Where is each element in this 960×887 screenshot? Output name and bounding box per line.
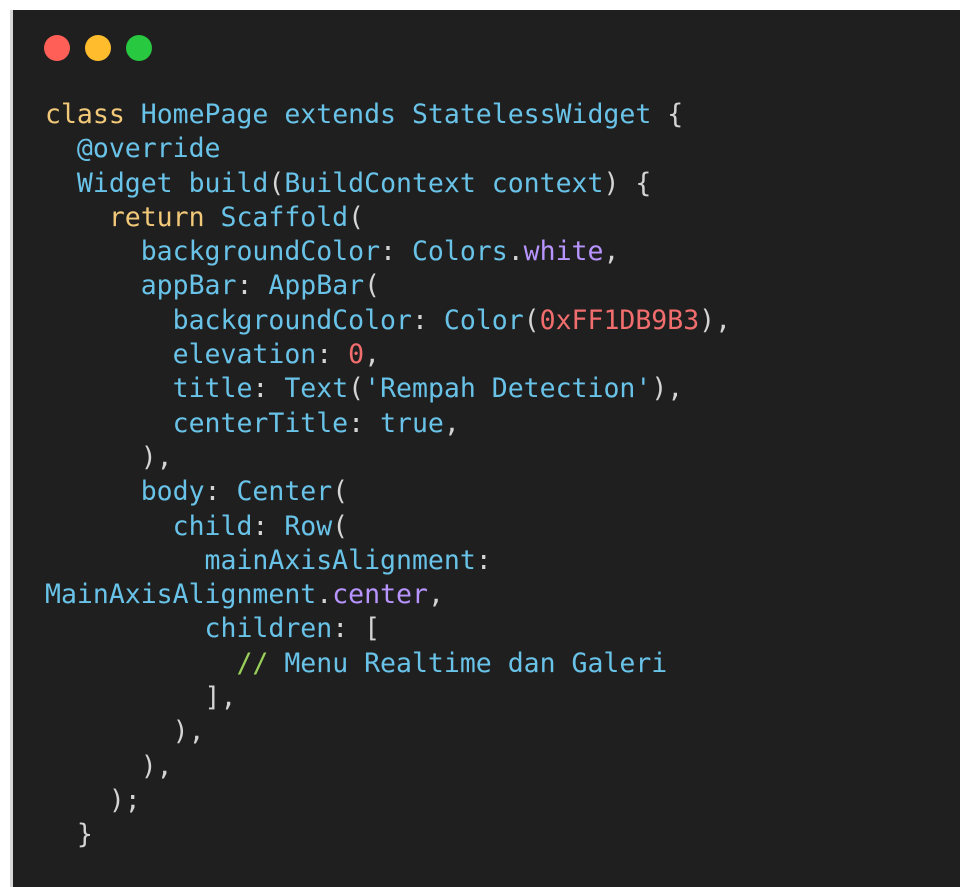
code-token: body (45, 476, 205, 508)
code-token: Color (443, 304, 524, 336)
code-line: mainAxisAlignment: (45, 544, 731, 578)
code-token: // (45, 647, 285, 679)
code-token: Menu Realtime dan Galeri (284, 647, 668, 679)
code-token: centerTitle (45, 407, 349, 439)
code-line: body: Center( (45, 475, 731, 509)
code-line: ), (45, 750, 731, 784)
code-token: . (316, 579, 333, 611)
code-token: } (45, 819, 93, 851)
code-line: ], (45, 681, 731, 715)
code-token: ( (348, 201, 365, 233)
code-line: @override (45, 132, 731, 166)
code-token: AppBar (268, 270, 365, 302)
code-token: Center (236, 476, 333, 508)
code-token: , (427, 579, 444, 611)
code-line: ); (45, 784, 731, 818)
code-token: elevation (45, 339, 317, 371)
code-token: : (475, 544, 492, 576)
code-token: : (204, 476, 237, 508)
code-token: BuildContext (284, 167, 492, 199)
code-line: children: [ (45, 612, 731, 646)
code-line: } (45, 818, 731, 852)
code-token: ), (45, 441, 173, 473)
code-token: mainAxisAlignment (45, 544, 476, 576)
code-line: return Scaffold( (45, 201, 731, 235)
code-token: white (523, 236, 604, 268)
code-token: ], (45, 682, 237, 714)
code-token: class (45, 99, 141, 130)
code-token: : (252, 510, 285, 542)
code-token: , (364, 339, 381, 371)
code-token: ), (45, 750, 173, 782)
code-token: backgroundColor (45, 236, 381, 268)
code-token: 0 (348, 339, 365, 371)
code-token: : (236, 270, 269, 302)
code-token: 0xFF1DB9B3 (539, 304, 700, 336)
code-token: context (491, 167, 604, 199)
code-token: ( (268, 167, 285, 199)
code-line: centerTitle: true, (45, 407, 731, 441)
code-token: : [ (332, 613, 381, 645)
code-token: ), (45, 716, 205, 748)
code-token: Scaffold (220, 201, 349, 233)
code-token: ); (45, 784, 141, 816)
code-token: center (332, 579, 428, 611)
code-line: // Menu Realtime dan Galeri (45, 647, 731, 681)
code-token: : (348, 407, 381, 439)
code-block: class HomePage extends StatelessWidget {… (45, 98, 731, 853)
code-token: HomePage (140, 99, 285, 130)
code-token: title (45, 373, 253, 405)
code-token: , (443, 407, 460, 439)
code-line: title: Text('Rempah Detection'), (45, 372, 731, 406)
code-token: ), (699, 304, 732, 336)
code-token: . (507, 236, 524, 268)
code-token: ( (332, 510, 349, 542)
code-token: appBar (45, 270, 237, 302)
code-token: StatelessWidget (411, 99, 668, 130)
code-token: true (380, 407, 444, 439)
code-token: @override (45, 133, 221, 165)
code-token: Widget (45, 167, 189, 199)
code-window: class HomePage extends StatelessWidget {… (10, 10, 960, 887)
code-line: class HomePage extends StatelessWidget { (45, 98, 731, 132)
close-dot-icon[interactable] (44, 35, 70, 61)
code-line: Widget build(BuildContext context) { (45, 167, 731, 201)
code-token: build (188, 167, 269, 199)
maximize-dot-icon[interactable] (126, 35, 152, 61)
code-token: MainAxisAlignment (45, 579, 317, 611)
code-token: 'Rempah Detection' (364, 373, 652, 405)
code-token: extends (284, 99, 412, 130)
code-line: MainAxisAlignment.center, (45, 578, 731, 612)
code-token: ) { (603, 167, 652, 199)
minimize-dot-icon[interactable] (85, 35, 111, 61)
code-line: child: Row( (45, 510, 731, 544)
code-token: : (252, 373, 285, 405)
code-token: : (316, 339, 349, 371)
code-token: backgroundColor (45, 304, 412, 336)
code-token: { (667, 99, 684, 130)
code-token: children (45, 613, 333, 645)
code-token: ( (332, 476, 349, 508)
code-token: ( (523, 304, 540, 336)
code-token: Text (284, 373, 349, 405)
code-line: backgroundColor: Colors.white, (45, 235, 731, 269)
code-token: ( (364, 270, 381, 302)
code-line: ), (45, 715, 731, 749)
code-token: : (380, 236, 412, 268)
code-token: ( (348, 373, 365, 405)
window-controls (44, 35, 152, 61)
code-line: ), (45, 441, 731, 475)
code-token: child (45, 510, 253, 542)
code-token: ), (651, 373, 684, 405)
code-line: backgroundColor: Color(0xFF1DB9B3), (45, 304, 731, 338)
code-token: return (45, 201, 221, 233)
code-token: Colors (411, 236, 508, 268)
code-token: : (411, 304, 444, 336)
code-line: elevation: 0, (45, 338, 731, 372)
code-token: Row (284, 510, 333, 542)
code-line: appBar: AppBar( (45, 269, 731, 303)
code-token: , (603, 236, 620, 268)
